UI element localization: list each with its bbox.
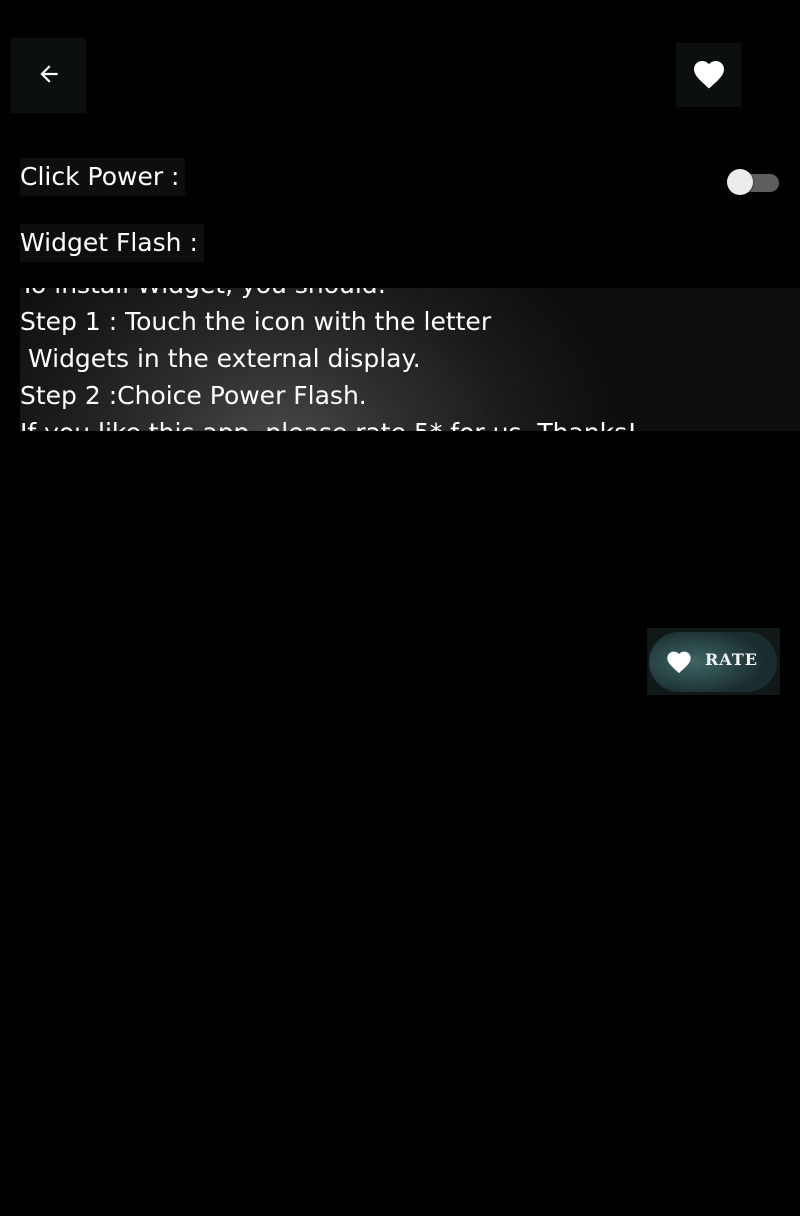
arrow-left-icon <box>36 61 62 91</box>
click-power-label: Click Power : <box>20 158 186 196</box>
rate-button-label: RATE <box>705 650 758 669</box>
back-button[interactable] <box>11 38 86 113</box>
heart-icon <box>665 648 693 678</box>
favorite-button[interactable] <box>676 43 741 107</box>
widget-flash-label: Widget Flash : <box>20 224 204 262</box>
widget-instructions-panel[interactable]: To install Widget, you should: Step 1 : … <box>20 288 800 431</box>
rate-button[interactable]: RATE <box>647 628 780 695</box>
heart-icon <box>691 56 727 94</box>
app-screen: Click Power : Widget Flash : To install … <box>0 0 800 1216</box>
toggle-thumb <box>727 169 753 195</box>
widget-instructions-text: To install Widget, you should: Step 1 : … <box>20 288 637 431</box>
click-power-toggle[interactable] <box>727 169 781 195</box>
